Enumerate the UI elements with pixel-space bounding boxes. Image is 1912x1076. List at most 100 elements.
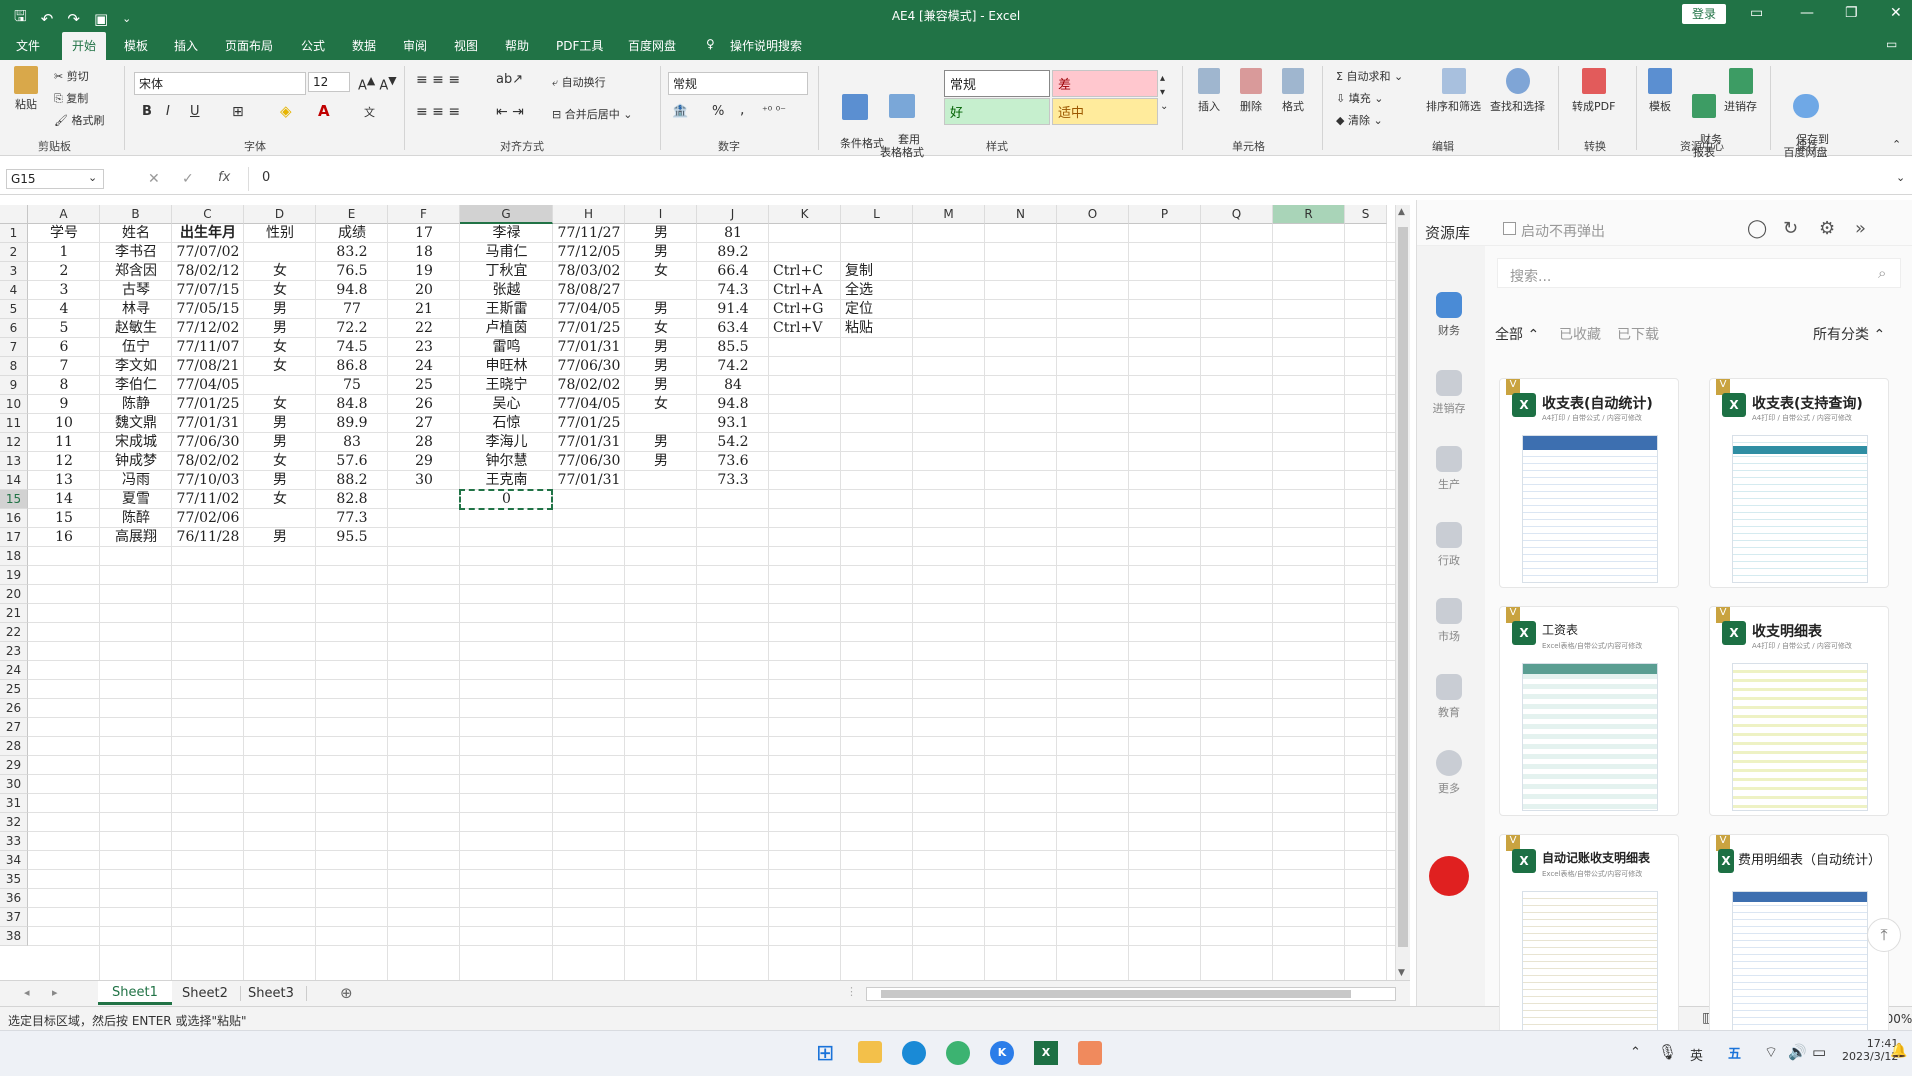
underline-button[interactable]: U (190, 104, 200, 119)
row-header-30[interactable]: 30 (0, 775, 28, 794)
next-sheet-icon[interactable]: ▸ (52, 986, 58, 999)
row-header-38[interactable]: 38 (0, 927, 28, 946)
nav-finance[interactable]: 财务 (1427, 292, 1471, 338)
cell-j3[interactable]: 66.4 (697, 262, 769, 281)
cell-b8[interactable]: 李文如 (100, 357, 172, 376)
cell-f5[interactable]: 21 (388, 300, 460, 319)
save-baidu-button[interactable]: 保存到 百度网盘 (1782, 68, 1829, 172)
column-header-i[interactable]: I (625, 205, 697, 224)
cell-h8[interactable]: 77/06/30 (553, 357, 625, 376)
cell-c1[interactable]: 出生年月 (172, 224, 244, 243)
row-header-36[interactable]: 36 (0, 889, 28, 908)
style-neutral[interactable]: 适中 (1052, 98, 1158, 125)
cell-j8[interactable]: 74.2 (697, 357, 769, 376)
column-header-k[interactable]: K (769, 205, 841, 224)
cell-g3[interactable]: 丁秋宜 (460, 262, 553, 281)
cell-b14[interactable]: 冯雨 (100, 471, 172, 490)
row-header-10[interactable]: 10 (0, 395, 28, 414)
row-header-2[interactable]: 2 (0, 243, 28, 262)
name-box-dropdown-icon[interactable]: ⌄ (88, 171, 97, 184)
cell-c8[interactable]: 77/08/21 (172, 357, 244, 376)
cell-i6[interactable]: 女 (625, 319, 697, 338)
cell-j14[interactable]: 73.3 (697, 471, 769, 490)
cell-j6[interactable]: 63.4 (697, 319, 769, 338)
finance-report-button[interactable]: 财务 报表 (1686, 68, 1722, 172)
cell-j13[interactable]: 73.6 (697, 452, 769, 471)
select-all-corner[interactable] (0, 205, 28, 224)
column-header-q[interactable]: Q (1201, 205, 1273, 224)
template-card[interactable]: V X 收支表(支持查询) A4打印 / 自带公式 / 内容可修改 (1709, 378, 1889, 588)
cell-c9[interactable]: 77/04/05 (172, 376, 244, 395)
cell-a3[interactable]: 2 (28, 262, 100, 281)
cell-e5[interactable]: 77 (316, 300, 388, 319)
column-header-o[interactable]: O (1057, 205, 1129, 224)
row-header-9[interactable]: 9 (0, 376, 28, 395)
row-header-33[interactable]: 33 (0, 832, 28, 851)
gear-icon[interactable]: ⚙ (1819, 218, 1835, 239)
wrap-text-button[interactable]: ⤶ 自动换行 (552, 74, 606, 90)
cell-b6[interactable]: 赵敏生 (100, 319, 172, 338)
column-header-c[interactable]: C (172, 205, 244, 224)
cell-c11[interactable]: 77/01/31 (172, 414, 244, 433)
cell-g8[interactable]: 申旺林 (460, 357, 553, 376)
tell-me-search[interactable]: 操作说明搜索 (730, 37, 802, 54)
border-icon[interactable]: ⊞ (232, 104, 244, 120)
cell-a16[interactable]: 15 (28, 509, 100, 528)
row-header-18[interactable]: 18 (0, 547, 28, 566)
merge-center-button[interactable]: ⊟ 合并后居中 ⌄ (552, 106, 632, 122)
paste-button[interactable]: 粘贴 (14, 66, 38, 112)
row-header-15[interactable]: 15 (0, 490, 28, 509)
cell-h12[interactable]: 77/01/31 (553, 433, 625, 452)
cell-i2[interactable]: 男 (625, 243, 697, 262)
pane-search-input[interactable]: 搜索... (1510, 266, 1551, 286)
add-sheet-icon[interactable]: ⊕ (340, 984, 353, 1002)
template-card[interactable]: V X 收支明细表 A4打印 / 自带公式 / 内容可修改 (1709, 606, 1889, 816)
cell-e2[interactable]: 83.2 (316, 243, 388, 262)
insert-cells-button[interactable]: 插入 (1198, 68, 1220, 114)
cell-f11[interactable]: 27 (388, 414, 460, 433)
row-header-23[interactable]: 23 (0, 642, 28, 661)
cell-c7[interactable]: 77/11/07 (172, 338, 244, 357)
styles-scroll-icon[interactable]: ▴ ▾ ⌄ (1160, 72, 1168, 114)
autosum-button[interactable]: Σ 自动求和 ⌄ (1336, 68, 1403, 84)
tab-template[interactable]: 模板 (124, 37, 148, 54)
column-header-s[interactable]: S (1345, 205, 1387, 224)
ribbon-display-icon[interactable]: ▭ (1750, 5, 1763, 21)
cell-g7[interactable]: 雷鸣 (460, 338, 553, 357)
row-header-22[interactable]: 22 (0, 623, 28, 642)
number-format-select[interactable]: 常规 (668, 72, 808, 95)
browser-icon[interactable] (946, 1041, 970, 1065)
style-normal[interactable]: 常规 (944, 70, 1050, 97)
cell-f3[interactable]: 19 (388, 262, 460, 281)
cell-a2[interactable]: 1 (28, 243, 100, 262)
cell-b13[interactable]: 钟成梦 (100, 452, 172, 471)
grow-font-icon[interactable]: A▲ A▼ (358, 74, 397, 93)
cell-g11[interactable]: 石惊 (460, 414, 553, 433)
row-header-21[interactable]: 21 (0, 604, 28, 623)
cell-a14[interactable]: 13 (28, 471, 100, 490)
row-header-31[interactable]: 31 (0, 794, 28, 813)
format-painter-button[interactable]: 🖌 格式刷 (54, 112, 104, 128)
cell-k4[interactable]: Ctrl+A (769, 281, 841, 300)
user-icon[interactable]: ◯ (1747, 218, 1767, 239)
cell-e6[interactable]: 72.2 (316, 319, 388, 338)
cell-d11[interactable]: 男 (244, 414, 316, 433)
cell-g14[interactable]: 王克南 (460, 471, 553, 490)
tab-home[interactable]: 开始 (62, 32, 107, 60)
cell-d6[interactable]: 男 (244, 319, 316, 338)
cell-h9[interactable]: 78/02/02 (553, 376, 625, 395)
scroll-up-icon[interactable]: ▲ (1398, 207, 1405, 217)
refresh-icon[interactable]: ↻ (1783, 218, 1798, 239)
split-handle-icon[interactable]: ⋮ (846, 985, 857, 998)
row-header-3[interactable]: 3 (0, 262, 28, 281)
cell-f13[interactable]: 29 (388, 452, 460, 471)
cell-c17[interactable]: 76/11/28 (172, 528, 244, 547)
decimal-increase-icon[interactable]: ⁺⁰ ⁰⁻ (762, 104, 786, 117)
row-header-32[interactable]: 32 (0, 813, 28, 832)
style-good[interactable]: 好 (944, 98, 1050, 125)
row-header-27[interactable]: 27 (0, 718, 28, 737)
template-button[interactable]: 模板 (1648, 68, 1672, 114)
row-header-6[interactable]: 6 (0, 319, 28, 338)
tab-page-layout[interactable]: 页面布局 (225, 37, 273, 54)
row-header-13[interactable]: 13 (0, 452, 28, 471)
